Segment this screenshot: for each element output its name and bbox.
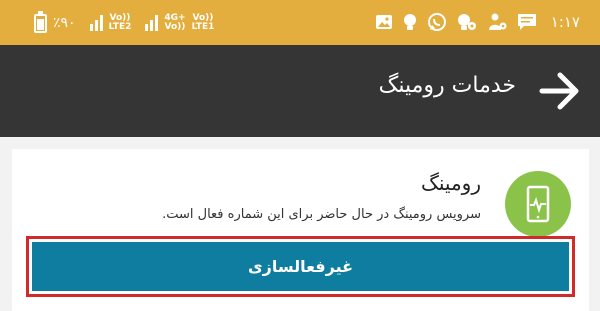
app-header: خدمات رومینگ xyxy=(0,45,600,137)
status-right: ۱:۱۷ xyxy=(375,10,580,34)
feature-description: سرویس رومینگ در حال حاضر برای این شماره … xyxy=(162,207,481,222)
bulb-icon xyxy=(403,14,416,30)
status-bar: ٪۹۰ Vo)) LTE2 4G+ Vo)) Vo)) LTE1 ۱:۱۷ xyxy=(0,0,600,45)
network-indicator-1: Vo)) LTE2 xyxy=(108,13,132,32)
person-gear-icon xyxy=(488,13,507,30)
battery-percent: ٪۹۰ xyxy=(53,15,76,31)
message-icon xyxy=(517,14,536,30)
phone-pulse-icon xyxy=(505,171,571,237)
network-indicator-2: 4G+ Vo)) xyxy=(164,13,186,32)
signal-icon xyxy=(89,15,103,31)
image-icon xyxy=(375,15,392,29)
deactivate-button[interactable]: غیرفعالسازی xyxy=(32,242,569,291)
page-title: خدمات رومینگ xyxy=(378,73,516,98)
clock: ۱:۱۷ xyxy=(550,13,580,31)
signal-icon xyxy=(145,15,159,31)
network-indicator-3: Vo)) LTE1 xyxy=(191,13,215,32)
feature-title: رومینگ xyxy=(421,171,481,195)
bulb-gear-icon xyxy=(457,14,476,30)
battery-icon xyxy=(34,10,47,33)
whatsapp-icon xyxy=(427,13,446,31)
roaming-card: رومینگ سرویس رومینگ در حال حاضر برای این… xyxy=(12,149,589,311)
status-left: ٪۹۰ Vo)) LTE2 4G+ Vo)) Vo)) LTE1 xyxy=(34,10,215,34)
arrow-right-icon[interactable] xyxy=(538,71,582,111)
button-highlight: غیرفعالسازی xyxy=(26,236,575,297)
